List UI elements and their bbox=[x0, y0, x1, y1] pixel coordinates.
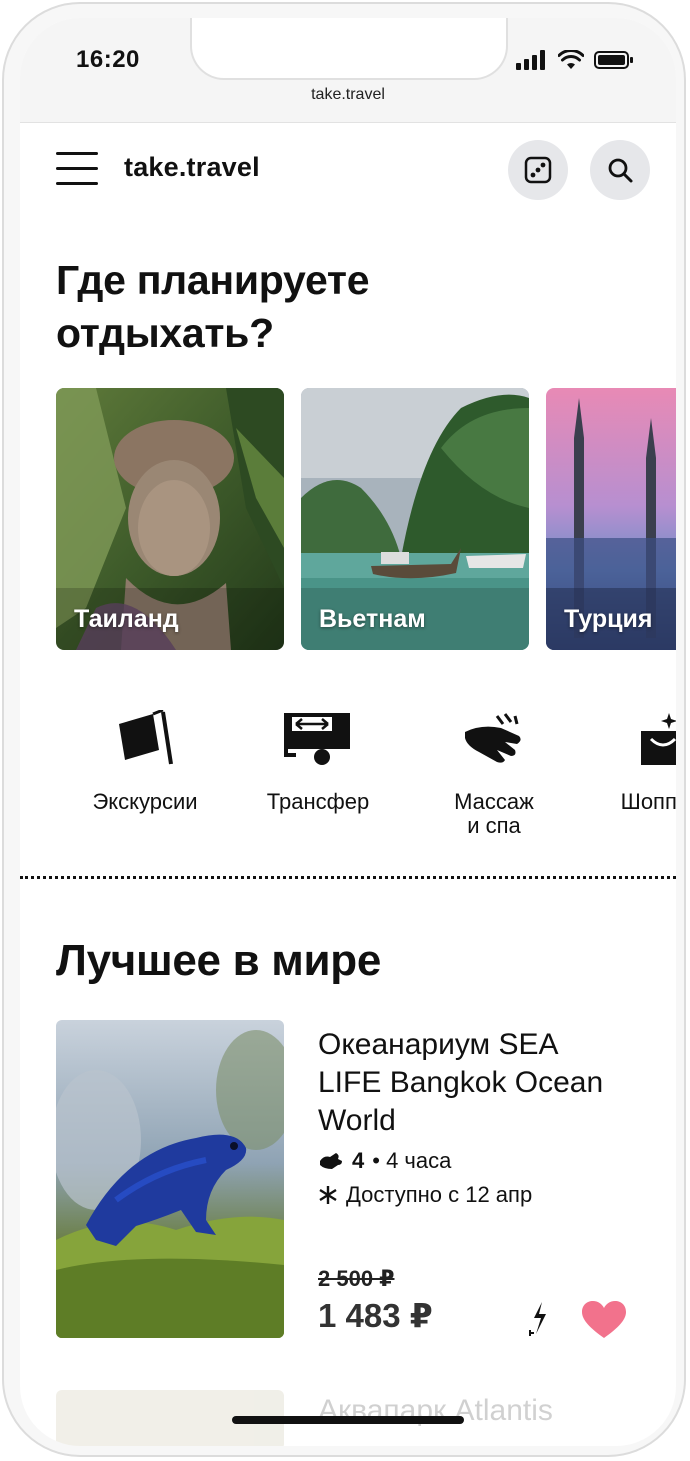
destination-label: Таиланд bbox=[74, 605, 179, 633]
app-header: take.travel bbox=[20, 122, 676, 218]
product-old-price: 2 500 ₽ bbox=[318, 1266, 395, 1291]
category-shopping[interactable]: Шоппинг bbox=[580, 702, 676, 814]
destination-carousel[interactable]: Таиланд Вьетнам Турция bbox=[56, 388, 676, 650]
product-duration: • 4 часа bbox=[372, 1148, 452, 1173]
page-title: Где планируете отдыхать? bbox=[56, 257, 370, 356]
category-label: Шоппинг bbox=[620, 789, 676, 814]
product-price: 1 483 ₽ bbox=[318, 1297, 433, 1334]
product-card[interactable]: Океанариум SEA LIFE Bangkok Ocean World … bbox=[56, 1020, 646, 1338]
product-availability-row: Доступно с 12 апр bbox=[318, 1182, 532, 1208]
destination-card-vietnam[interactable]: Вьетнам bbox=[301, 388, 529, 650]
favorite-heart-icon[interactable] bbox=[580, 1300, 628, 1340]
notch bbox=[190, 18, 508, 80]
section-heading: Лучшее в мире bbox=[56, 936, 382, 985]
shopping-bag-icon bbox=[641, 713, 676, 765]
search-button[interactable] bbox=[590, 140, 650, 200]
transfer-bus-icon bbox=[284, 713, 350, 765]
status-time: 16:20 bbox=[76, 46, 140, 73]
instant-booking-icon bbox=[529, 1302, 546, 1336]
status-icons bbox=[516, 48, 634, 72]
address-bar-url[interactable]: take.travel bbox=[20, 86, 676, 104]
product-rating-row: 4 • 4 часа bbox=[318, 1148, 451, 1174]
destination-label: Вьетнам bbox=[319, 605, 426, 633]
phone-frame: 16:20 take.travel take.travel Где планир… bbox=[2, 2, 686, 1457]
asterisk-icon bbox=[319, 1186, 337, 1204]
destination-card-turkey[interactable]: Турция bbox=[546, 388, 676, 650]
battery-icon bbox=[594, 51, 633, 69]
category-excursions[interactable]: Экскурсии bbox=[60, 702, 230, 814]
section-divider bbox=[20, 876, 676, 879]
screen: 16:20 take.travel take.travel Где планир… bbox=[20, 18, 676, 1446]
random-dice-button[interactable] bbox=[508, 140, 568, 200]
home-indicator[interactable] bbox=[232, 1416, 464, 1424]
search-icon bbox=[608, 158, 633, 183]
destination-label: Турция bbox=[564, 605, 653, 633]
product-rating: 4 bbox=[352, 1148, 365, 1173]
category-label: Экскурсии bbox=[92, 789, 198, 814]
frog-photo bbox=[56, 1020, 284, 1338]
status-bar: 16:20 take.travel bbox=[20, 18, 676, 123]
massage-hand-icon bbox=[465, 713, 521, 763]
dice-icon bbox=[524, 156, 552, 184]
category-label: Массаж и спа bbox=[454, 789, 534, 838]
brand-logo[interactable]: take.travel bbox=[124, 152, 260, 183]
destination-card-thailand[interactable]: Таиланд bbox=[56, 388, 284, 650]
menu-icon[interactable] bbox=[56, 152, 100, 188]
wifi-icon bbox=[558, 50, 584, 69]
category-row[interactable]: Экскурсии Трансфер Массаж и спа Шопп bbox=[20, 702, 676, 852]
flag-icon bbox=[119, 710, 173, 765]
category-label: Трансфер bbox=[266, 789, 370, 814]
product-availability: Доступно с 12 апр bbox=[346, 1182, 533, 1207]
product-title[interactable]: Океанариум SEA LIFE Bangkok Ocean World bbox=[318, 1026, 618, 1140]
product-image[interactable] bbox=[56, 1020, 284, 1338]
category-transfer[interactable]: Трансфер bbox=[233, 702, 403, 814]
signal-icon bbox=[516, 50, 545, 70]
category-massage[interactable]: Массаж и спа bbox=[409, 702, 579, 838]
thumbs-up-icon bbox=[320, 1153, 342, 1169]
